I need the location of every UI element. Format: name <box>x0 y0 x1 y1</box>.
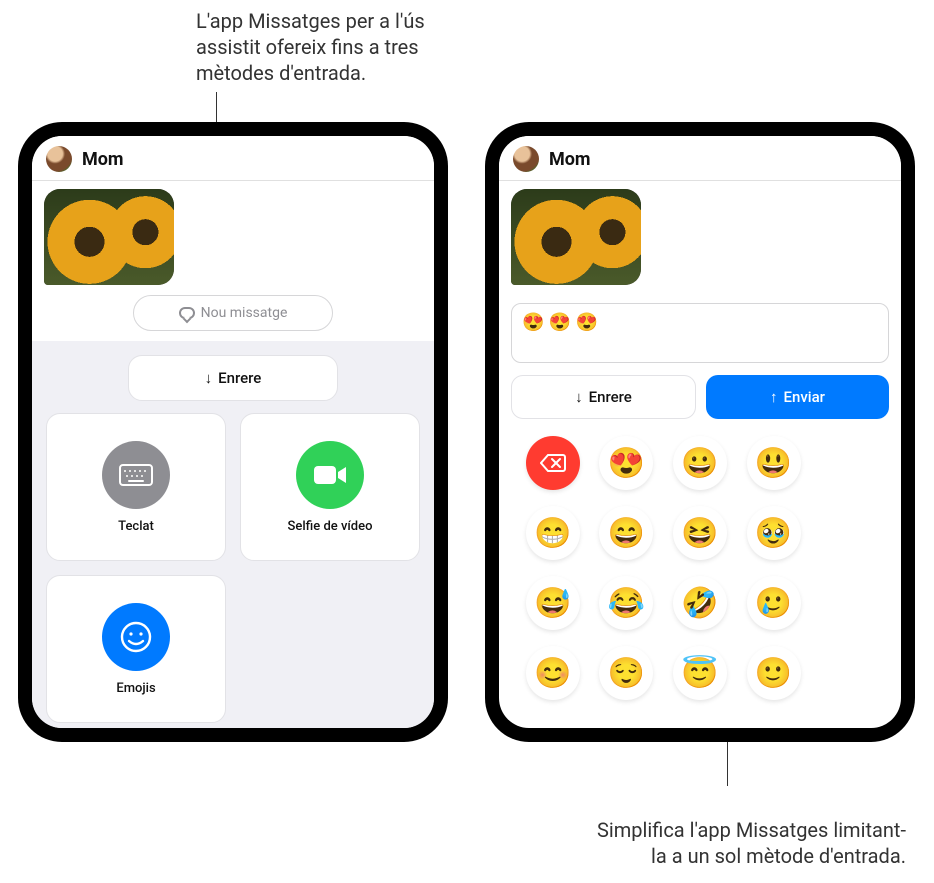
back-button-label: Enrere <box>218 369 261 387</box>
emoji-key[interactable]: 🙂 <box>747 646 801 700</box>
emoji-key[interactable]: 😍 <box>599 436 653 490</box>
send-button-label: Enviar <box>784 388 825 406</box>
emoji-key[interactable]: 😅 <box>526 576 580 630</box>
message-thread <box>499 181 901 295</box>
callout-bottom-text: Simplifica l'app Missatges limitant-la a… <box>596 817 906 869</box>
back-button-label: Enrere <box>589 388 632 406</box>
header-left: Mom <box>32 136 434 181</box>
contact-name: Mom <box>549 149 591 170</box>
ipad-frame-right: Mom 😍 😍 😍 ↓ Enrere ↑ Enviar <box>485 122 915 742</box>
emoji-key[interactable]: 😀 <box>673 436 727 490</box>
delete-key[interactable] <box>526 436 580 490</box>
action-row: ↓ Enrere ↑ Enviar <box>499 363 901 419</box>
message-thread: Nou missatge <box>32 181 434 341</box>
received-image-message[interactable] <box>44 189 174 285</box>
header-right: Mom <box>499 136 901 181</box>
contact-name: Mom <box>82 149 124 170</box>
video-icon <box>296 441 364 509</box>
emoji-keyboard: 😍 😀 😃 😁 😄 😆 🥹 😅 😂 🤣 🥲 😊 😌 😇 🙂 <box>499 419 901 728</box>
contact-row[interactable]: Mom <box>499 136 901 180</box>
video-selfie-tile[interactable]: Selfie de vídeo <box>240 413 420 561</box>
arrow-down-icon: ↓ <box>205 369 213 387</box>
sunflower-image <box>44 189 174 285</box>
message-bubble-icon <box>179 307 195 319</box>
emoji-key[interactable]: 🥲 <box>747 576 801 630</box>
emoji-key[interactable]: 😂 <box>599 576 653 630</box>
video-tile-label: Selfie de vídeo <box>288 519 373 534</box>
emoji-key[interactable]: 🥹 <box>747 506 801 560</box>
callout-line <box>216 92 217 122</box>
emoji-key[interactable]: 😄 <box>599 506 653 560</box>
new-message-placeholder: Nou missatge <box>201 305 288 321</box>
callout-line <box>727 742 728 786</box>
emoji-tile-label: Emojis <box>116 681 155 696</box>
compose-content: 😍 😍 😍 <box>522 312 598 333</box>
compose-textarea[interactable]: 😍 😍 😍 <box>511 303 889 363</box>
keyboard-icon <box>102 441 170 509</box>
emoji-key[interactable]: 😃 <box>747 436 801 490</box>
emoji-key[interactable]: 😆 <box>673 506 727 560</box>
received-image-message[interactable] <box>511 189 641 285</box>
input-method-panel: ↓ Enrere <box>32 341 434 728</box>
send-button[interactable]: ↑ Enviar <box>706 375 889 419</box>
arrow-down-icon: ↓ <box>575 388 583 406</box>
back-button[interactable]: ↓ Enrere <box>511 375 696 419</box>
sunflower-image <box>511 189 641 285</box>
emoji-tile[interactable]: Emojis <box>46 575 226 723</box>
emoji-icon <box>102 603 170 671</box>
new-message-input[interactable]: Nou missatge <box>133 295 333 331</box>
arrow-up-icon: ↑ <box>770 388 778 406</box>
emoji-key[interactable]: 😊 <box>526 646 580 700</box>
ipad-screen-right: Mom 😍 😍 😍 ↓ Enrere ↑ Enviar <box>499 136 901 728</box>
emoji-key[interactable]: 😌 <box>599 646 653 700</box>
emoji-key[interactable]: 🤣 <box>673 576 727 630</box>
contact-row[interactable]: Mom <box>32 136 434 180</box>
emoji-key[interactable]: 😇 <box>673 646 727 700</box>
keyboard-tile-label: Teclat <box>118 519 154 534</box>
callout-top-text: L'app Missatges per a l'ús assistit ofer… <box>196 8 466 86</box>
emoji-key[interactable]: 😁 <box>526 506 580 560</box>
avatar <box>513 146 539 172</box>
ipad-screen-left: Mom Nou missatge ↓ Enrere <box>32 136 434 728</box>
input-method-grid: Teclat Selfie de vídeo <box>46 413 420 723</box>
avatar <box>46 146 72 172</box>
back-button[interactable]: ↓ Enrere <box>128 355 338 401</box>
keyboard-tile[interactable]: Teclat <box>46 413 226 561</box>
ipad-frame-left: Mom Nou missatge ↓ Enrere <box>18 122 448 742</box>
